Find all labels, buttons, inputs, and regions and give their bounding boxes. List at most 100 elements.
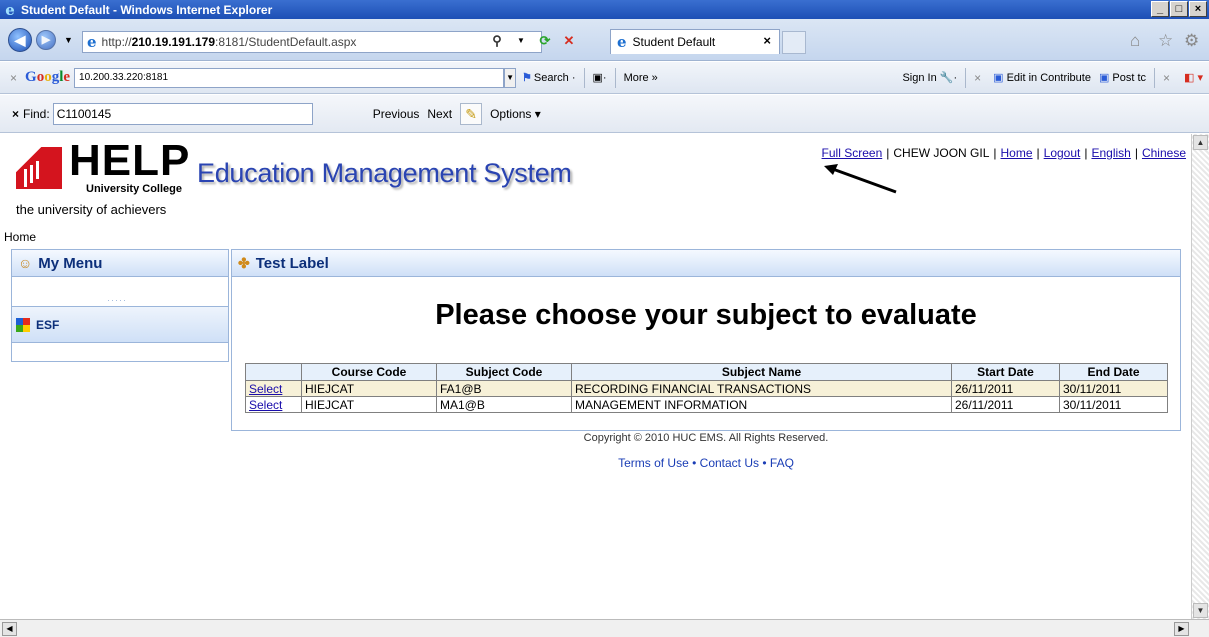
column-header: End Date [1059,363,1168,381]
end-date-cell: 30/11/2011 [1059,380,1168,397]
dropdown-icon[interactable]: ▼ [511,31,531,51]
back-button[interactable]: ◀ [8,28,32,52]
more-button[interactable]: More » [624,72,658,84]
top-links: Full Screen | CHEW JOON GIL | Home | Logout | En… [822,146,1186,160]
terms-of-use-link[interactable]: Terms of Use [618,456,689,470]
gear-icon[interactable]: ⚙ [1184,31,1199,51]
user-name: CHEW JOON GIL [893,146,990,160]
sign-in-button[interactable]: Sign In 🔧 · [902,71,957,85]
english-link[interactable]: English [1091,146,1130,160]
scroll-up-icon[interactable]: ▲ [1193,135,1208,150]
user-icon: ☺ [18,255,33,271]
google-search-dropdown[interactable]: ▼ [504,67,517,88]
window-controls: _ □ × [1151,1,1207,17]
google-search-button[interactable]: ⚑ Search · [522,71,575,85]
column-header: Subject Name [571,363,952,381]
footer-separator: • [762,456,767,470]
history-dropdown-icon[interactable]: ▼ [64,35,73,45]
stop-icon[interactable]: ✕ [559,31,579,51]
splitter-handle[interactable]: ····· [107,295,127,305]
column-header: Start Date [951,363,1060,381]
home-icon[interactable]: ⌂ [1130,31,1140,51]
close-find-icon[interactable]: × [12,107,19,121]
footer-separator: • [692,456,697,470]
esf-icon [16,317,30,332]
select-link[interactable]: Select [249,382,282,396]
toolbar-separator [614,67,616,88]
favorites-star-icon[interactable]: ☆ [1158,31,1173,51]
start-date-cell: 26/11/2011 [951,396,1060,413]
ie-logo-icon: e [5,0,15,19]
post-button[interactable]: ▣ Post tc [1099,71,1146,85]
refresh-icon[interactable]: ⟳ [535,31,555,51]
subject-code-cell: FA1@B [436,380,572,397]
scroll-down-icon[interactable]: ▼ [1193,603,1208,618]
subject-name-cell: RECORDING FINANCIAL TRANSACTIONS [571,380,952,397]
my-menu-body: ····· [11,277,229,307]
highlight-pencil-icon[interactable]: ✎ [460,102,483,125]
subject-name-cell: MANAGEMENT INFORMATION [571,396,952,413]
google-logo: Google [25,69,71,85]
scroll-right-icon[interactable]: ▶ [1174,622,1189,636]
google-search-input[interactable]: 10.200.33.220:8181 [74,67,505,88]
close-section-icon[interactable]: × [1163,71,1170,85]
page-tools-icon[interactable]: ▣· [593,71,607,84]
logout-link[interactable]: Logout [1044,146,1081,160]
close-tab-icon[interactable]: × [763,33,771,48]
panel-title: Test Label [255,254,329,272]
chinese-link[interactable]: Chinese [1142,146,1186,160]
minimize-button[interactable]: _ [1151,1,1169,17]
scroll-left-icon[interactable]: ◀ [2,622,17,636]
table-header-row: Course Code Subject Code Subject Name St… [245,363,1168,381]
horizontal-scrollbar[interactable]: ◀ ▶ [0,619,1209,637]
my-menu-panel: ☺ My Menu ····· ESF [11,249,229,362]
contact-us-link[interactable]: Contact Us [700,456,759,470]
sidebar-item-esf[interactable]: ESF [11,307,229,343]
tab-student-default[interactable]: e Student Default × [610,29,780,54]
toolbar-separator [965,67,967,88]
link-separator: | [886,146,890,160]
link-separator: | [993,146,997,160]
my-menu-title: My Menu [38,254,103,272]
close-section-icon[interactable]: × [974,71,981,85]
find-previous-button[interactable]: Previous [373,107,420,121]
logo-text: HELP [69,136,191,185]
translate-icon[interactable]: ◧ ▾ [1184,71,1203,84]
select-cell: Select [245,380,302,397]
tagline: the university of achievers [16,202,167,217]
table-row: Select HIEJCAT MA1@B MANAGEMENT INFORMAT… [245,396,1168,413]
main-panel: ✤ Test Label Please choose your subject … [231,249,1181,431]
link-separator: | [1036,146,1040,160]
search-icon[interactable]: ⚲ [487,31,507,51]
find-input[interactable]: C1100145 [52,102,313,125]
close-toolbar-icon[interactable]: × [10,71,17,85]
tab-page-icon: e [617,33,627,51]
edit-in-contribute-button[interactable]: ▣ Edit in Contribute [993,71,1091,85]
maximize-button[interactable]: □ [1170,1,1188,17]
course-code-cell: HIEJCAT [301,380,437,397]
breadcrumb: Home [4,230,37,244]
find-options-button[interactable]: Options ▾ [490,107,541,121]
my-menu-footer [11,343,229,362]
my-menu-header: ☺ My Menu [11,249,229,277]
find-label: Find: [23,106,50,121]
full-screen-link[interactable]: Full Screen [822,146,883,160]
google-search-icon: ⚑ [522,72,532,84]
close-window-button[interactable]: × [1189,1,1207,17]
forward-button[interactable]: ▶ [36,30,56,50]
vertical-scrollbar[interactable]: ▲ ▼ [1191,134,1209,619]
copyright: Copyright © 2010 HUC EMS. All Rights Res… [583,432,829,444]
find-next-button[interactable]: Next [427,107,452,121]
subject-table: Course Code Subject Code Subject Name St… [245,363,1168,413]
new-tab-button[interactable] [782,31,806,54]
address-input[interactable]: e http://210.19.191.179:8181/StudentDefa… [82,31,542,53]
select-link[interactable]: Select [249,398,282,412]
page-icon: e [87,33,97,51]
google-toolbar: × Google 10.200.33.220:8181 ▼ ⚑ Search · … [0,62,1209,94]
link-separator: | [1134,146,1138,160]
url-rest: :8181/StudentDefault.aspx [215,35,357,49]
toolbar-separator [1154,67,1155,88]
faq-link[interactable]: FAQ [770,456,794,470]
home-link[interactable]: Home [1001,146,1033,160]
tab-title: Student Default [632,35,716,49]
